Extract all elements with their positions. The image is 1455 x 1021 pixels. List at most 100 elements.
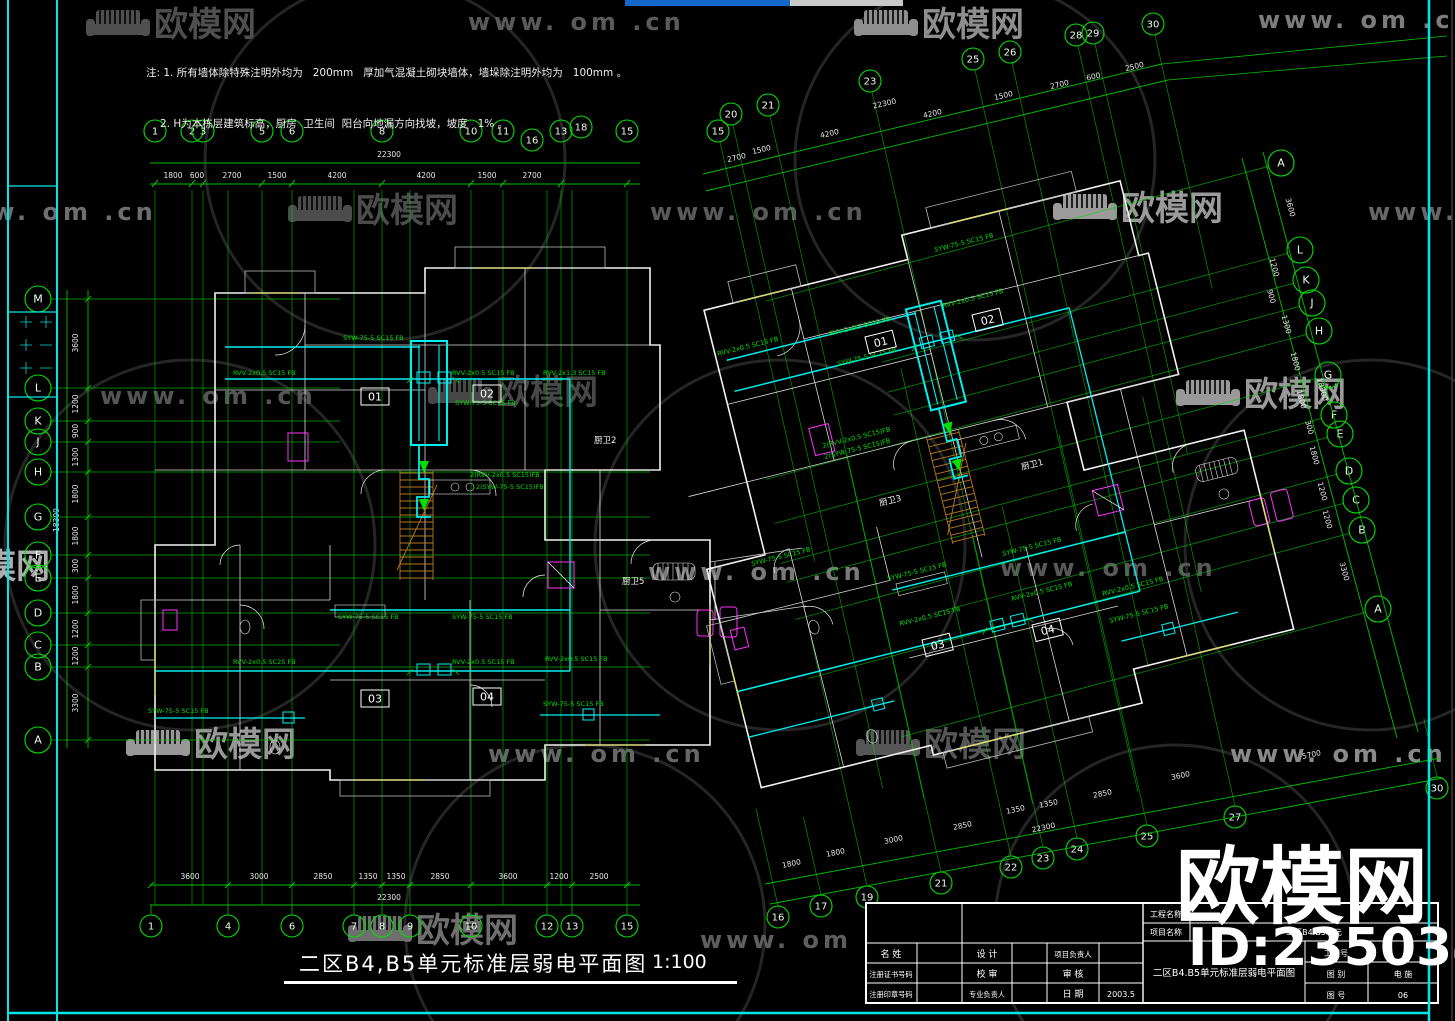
watermark-url-text: www. om .cn <box>1368 198 1455 226</box>
grid-bubble-label: F <box>35 549 41 562</box>
dimension-label: 2850 <box>952 819 973 832</box>
dimension-label: 1300 <box>71 447 80 466</box>
watermark-item: 欧模网 <box>287 191 458 231</box>
dimension-label: 3600 <box>498 872 517 881</box>
grid-bubble-label: 21 <box>762 101 775 112</box>
dimension-label: 2850 <box>430 872 449 881</box>
titleblock-text: 06 <box>1398 991 1408 1000</box>
title-underline <box>284 981 737 984</box>
cable-label: 2(RVV-2x0.5 SC15)FB <box>470 471 540 479</box>
grid-bubble-label: D <box>34 607 42 620</box>
dimension-label: 3600 <box>180 872 199 881</box>
grid-bubble-label: E <box>35 572 42 585</box>
grid-line <box>378 179 386 188</box>
grid-bubble-label: 20 <box>725 110 738 121</box>
titleblock-text: 设 计 <box>977 948 998 960</box>
dimension-label: 900 <box>1265 288 1277 304</box>
grid-bubble-label: 4 <box>225 922 231 933</box>
cad-viewer-screen: 欧模网 www. om .cn 欧模网 www. om .cn www. om .cn 欧… <box>0 0 1455 1021</box>
sofa-icon <box>1052 193 1118 221</box>
note-line-2: 2. H为本栋层建筑标高，厨房 卫生间 阳台向地漏方向找坡，坡度 1% 。 <box>160 118 509 130</box>
grid-line <box>188 179 196 188</box>
watermark-item: www. om .cn <box>0 198 153 226</box>
grid-bubble-label: 30 <box>1431 784 1444 795</box>
unit-number-label: 03 <box>368 693 382 706</box>
grid-bubble-label: B <box>34 661 42 674</box>
watermark-url-text: www. om .cn <box>1258 6 1455 34</box>
watermark-brand-text: 欧模网 <box>356 191 458 231</box>
grid-bubble-label: 15 <box>621 922 634 933</box>
dimension-label: 600 <box>1085 71 1101 83</box>
dimension-label: 22300 <box>377 893 401 902</box>
grid-bubble-label: K <box>34 415 42 428</box>
unit-number-label: 04 <box>480 691 494 704</box>
grid-line <box>901 612 1366 738</box>
sofa-icon <box>1175 379 1241 407</box>
grid-bubble-label: K <box>1302 274 1310 287</box>
dimension-label: 1800 <box>781 857 802 870</box>
watermark-item: www. om .cn <box>100 382 317 410</box>
cable-label: RVV-2x1.3 SC15 FB <box>543 369 606 377</box>
grid-bubble-label: 19 <box>861 893 874 904</box>
grid-bubble-label: 13 <box>566 922 579 933</box>
grid-line <box>974 69 1139 792</box>
watermark-item: 欧模网 <box>347 911 518 951</box>
dimension-label: 1200 <box>1268 257 1282 278</box>
grid-line <box>288 179 296 188</box>
titleblock-text: 2003.5 <box>1107 990 1135 999</box>
watermark-item: www. om .cn <box>1230 740 1443 768</box>
dimension-label: 1200 <box>71 394 80 413</box>
grid-line <box>766 166 1269 302</box>
grid-bubble-label: 26 <box>1004 48 1017 59</box>
dimension-label: 2700 <box>726 151 747 164</box>
dimension-label: 3300 <box>1338 561 1352 582</box>
dimension-label: 1350 <box>358 872 377 881</box>
grid-line <box>755 808 779 907</box>
grid-bubble-label: 7 <box>351 922 357 933</box>
dimension-label: 22300 <box>872 96 897 110</box>
room-label: 厨卫1 <box>1020 458 1044 473</box>
grid-bubble-label: G <box>34 511 43 524</box>
drawing-title: 二区B4,B5单元标准层弱电平面图 <box>299 952 648 976</box>
grid-bubble-label: A <box>1374 603 1382 616</box>
grid-bubble-label: 25 <box>967 55 980 66</box>
dimension-label: 3000 <box>883 833 904 846</box>
watermark-item: 欧模网 <box>853 5 1024 45</box>
titleblock-text: 校 审 <box>977 968 998 980</box>
top-gray-bar <box>790 0 903 6</box>
cable-label: RVV-2x0.5 SC15 FB <box>233 369 296 377</box>
grid-bubble-label: 21 <box>935 879 948 890</box>
dimension-label: 2700 <box>1049 78 1070 91</box>
watermark-id-big: ID:2350340 <box>1188 918 1455 978</box>
dimension-label: 3600 <box>1170 769 1191 782</box>
room-label: 厨卫5 <box>622 577 644 587</box>
dimension-label: 3600 <box>1284 197 1298 218</box>
unit-number-label: 02 <box>480 388 494 401</box>
plan-labels: SYW-75-5 SC15 FB RVV-2x0.5 SC15 FB RVV-2x0… <box>148 232 1169 715</box>
dimension-label: 1350 <box>386 872 405 881</box>
grid-line <box>1058 434 1148 826</box>
grid-bubble-label: C <box>34 639 42 652</box>
grid-bubble-label: 15 <box>712 127 725 138</box>
titleblock-text: 审 核 <box>1063 968 1084 980</box>
dimension-label: 600 <box>190 171 205 180</box>
watermark-item: 欧模网 <box>855 725 1026 765</box>
dimension-label: 300 <box>1303 419 1315 435</box>
watermark-url-text: www. om .cn <box>100 382 317 410</box>
watermark-ring <box>403 743 767 1021</box>
cable-label: RVV-2x0.5 SC15 FB <box>942 287 1005 310</box>
grid-line <box>803 816 822 896</box>
grid-bubble-label: 23 <box>864 77 877 88</box>
cable-label: RVV-2x0.5 SC15 FB <box>452 369 515 377</box>
grid-bubble-label: 10 <box>465 922 478 933</box>
grid-bubble-label: M <box>33 293 43 306</box>
grid-bubble-label: 12 <box>541 922 554 933</box>
dimension-label: 2850 <box>313 872 332 881</box>
titleblock-text: 项目负责人 <box>1054 949 1092 959</box>
titleblock-text: 注册证书号码 <box>869 970 912 979</box>
titleblock-text: 日 期 <box>1063 989 1084 1000</box>
cable-label: SYW-75-5 SC15 FB <box>543 700 604 708</box>
dimension-label: 900 <box>71 424 80 439</box>
sofa-icon <box>85 9 151 37</box>
cable-label: RVV-2x0.5 SC15 FB <box>1011 580 1074 603</box>
